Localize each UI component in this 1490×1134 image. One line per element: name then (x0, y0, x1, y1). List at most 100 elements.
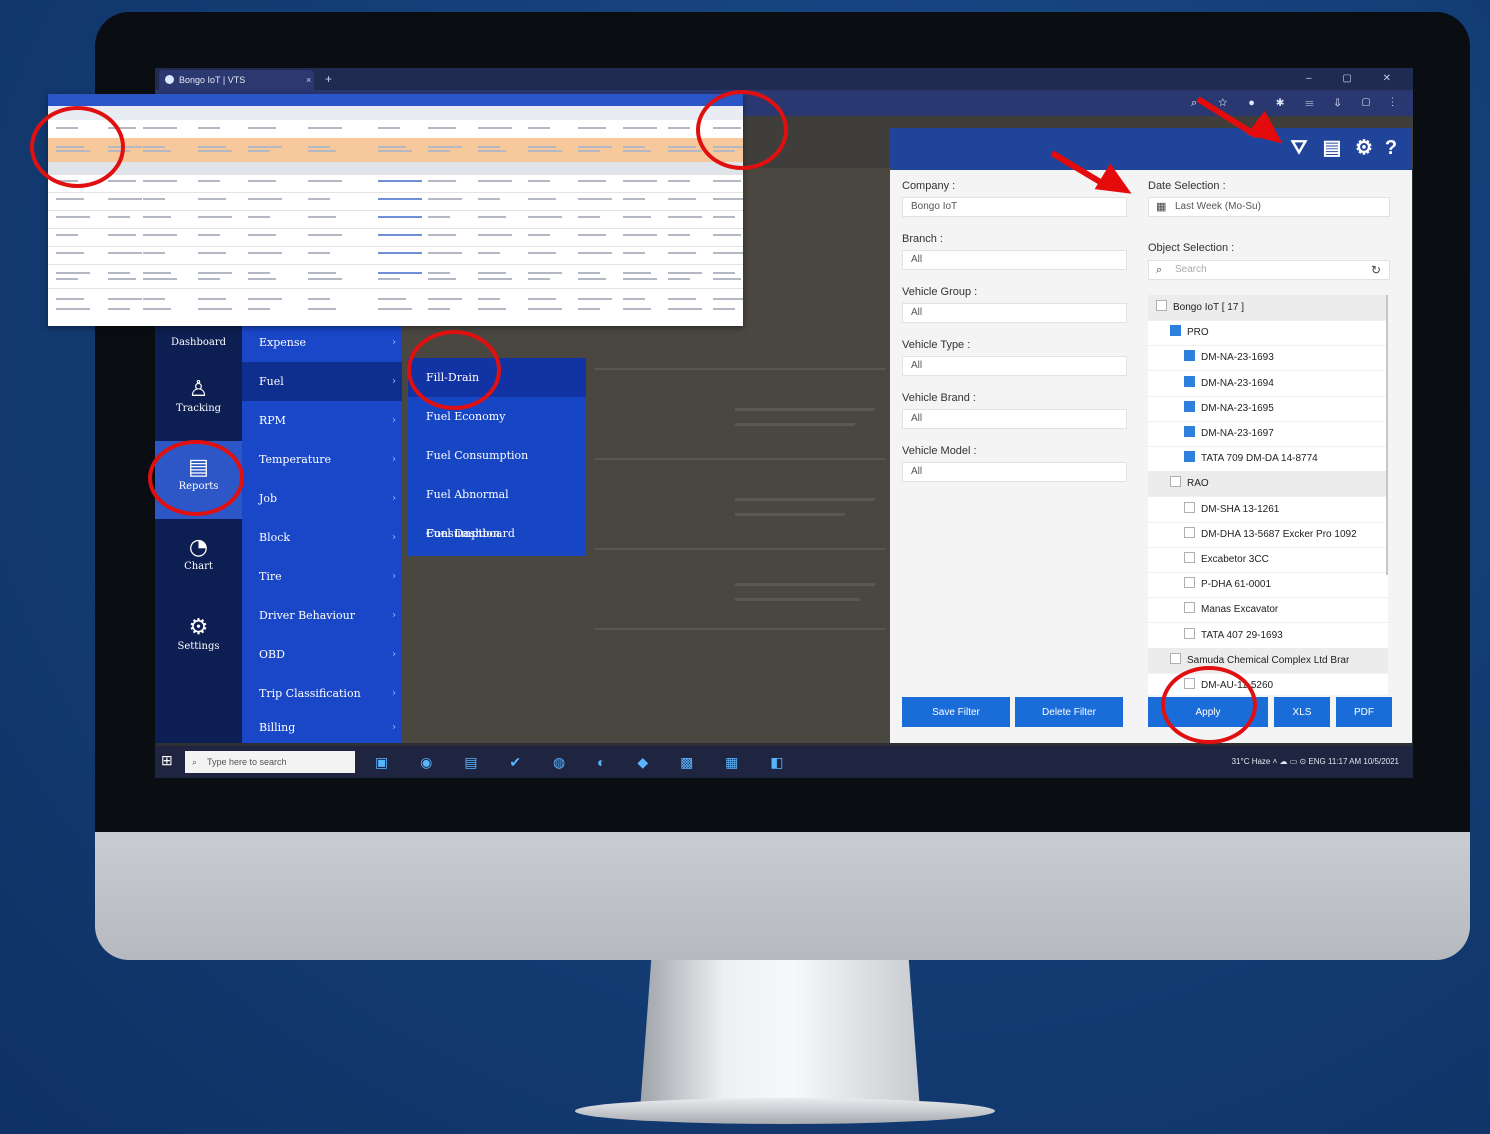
preview-cell (528, 127, 550, 129)
submenu-item-expense[interactable]: Expense › (242, 323, 402, 362)
tree-item[interactable]: RAO (1148, 471, 1388, 498)
checkbox[interactable] (1156, 300, 1167, 311)
preview-cell (308, 146, 330, 148)
checkbox[interactable] (1184, 375, 1195, 387)
refresh-icon[interactable]: ↻ (1371, 261, 1381, 279)
pdf-button[interactable]: PDF (1336, 697, 1392, 727)
taskbar-search-input[interactable]: ⌕ Type here to search (185, 751, 355, 773)
checkbox[interactable] (1184, 501, 1195, 513)
preview-cell (713, 180, 741, 182)
tree-item[interactable]: P-DHA 61-0001 (1148, 572, 1388, 599)
preview-cell (528, 278, 550, 280)
preview-cell (578, 272, 600, 274)
tab-close-icon[interactable]: × (306, 70, 311, 90)
tree-item[interactable]: Manas Excavator (1148, 597, 1388, 624)
submenu-item-rpm[interactable]: RPM › (242, 401, 402, 440)
tree-item[interactable]: Bongo IoT [ 17 ] (1148, 295, 1388, 321)
checkbox[interactable] (1184, 426, 1195, 437)
tree-item[interactable]: PRO (1148, 320, 1388, 347)
submenu-label: Driver Behaviour (259, 609, 356, 622)
tree-item[interactable]: Excabetor 3CC (1148, 547, 1388, 573)
date-selection-select[interactable]: ▦ Last Week (Mo-Su) (1148, 197, 1390, 217)
nav-item-tracking[interactable]: ♙ Tracking (155, 363, 242, 441)
export-icon[interactable]: ▤ (1318, 134, 1346, 162)
annotation-circle (30, 106, 125, 188)
checkbox[interactable] (1184, 577, 1195, 589)
fuel-item-fuel-abnormal-consumption[interactable]: Fuel Abnormal Consumption (408, 475, 586, 540)
preview-cell (623, 298, 645, 300)
checkbox[interactable] (1184, 400, 1195, 412)
vehicle-brand-select[interactable]: All (902, 409, 1127, 429)
windows-start-icon[interactable]: ⊞ (161, 753, 175, 767)
fuel-item-fuel-consumption[interactable]: Fuel Consumption (408, 436, 586, 475)
submenu-item-block[interactable]: Block › (242, 518, 402, 557)
preview-cell (578, 180, 606, 182)
submenu-item-billing[interactable]: Billing › (242, 713, 402, 743)
tree-item[interactable]: DM-NA-23-1697 (1148, 421, 1388, 447)
checkbox[interactable] (1170, 652, 1181, 664)
system-tray[interactable]: 31°C Haze ˄ ☁ ▭ ⊙ ENG 11:17 AM 10/5/2021 (1232, 746, 1399, 778)
preview-cell (308, 127, 342, 129)
checkbox[interactable] (1184, 602, 1195, 614)
checkbox[interactable] (1170, 476, 1181, 488)
tree-item[interactable]: DM-NA-23-1695 (1148, 396, 1388, 422)
submenu-item-obd[interactable]: OBD › (242, 635, 402, 674)
tree-item-label: TATA 407 29-1693 (1201, 629, 1283, 641)
settings-icon: ⚙ (188, 615, 209, 640)
new-tab-button[interactable]: + (325, 68, 332, 90)
settings-gear-icon[interactable]: ⚙ (1350, 134, 1378, 162)
preview-cell (623, 278, 657, 280)
nav-item-chart[interactable]: ◔ Chart (155, 521, 242, 599)
browser-tab[interactable]: Bongo IoT | VTS × (159, 70, 314, 90)
checkbox[interactable] (1184, 350, 1195, 362)
submenu-item-tire[interactable]: Tire › (242, 557, 402, 596)
vehicle-model-select[interactable]: All (902, 462, 1127, 482)
tree-item[interactable]: DM-DHA 13-5687 Excker Pro 1092 (1148, 522, 1388, 548)
submenu-item-trip-classification[interactable]: Trip Classification › (242, 674, 402, 713)
filter-icon[interactable]: ⛛ (1285, 134, 1313, 162)
preview-cell (668, 180, 690, 182)
preview-cell (623, 234, 657, 236)
checkbox[interactable] (1184, 627, 1195, 639)
search-icon: ⌕ (192, 757, 198, 767)
tree-item[interactable]: DM-NA-23-1694 (1148, 371, 1388, 397)
submenu-item-job[interactable]: Job › (242, 479, 402, 518)
preview-cell (143, 234, 177, 236)
submenu-item-driver-behaviour[interactable]: Driver Behaviour › (242, 596, 402, 635)
checkbox[interactable] (1184, 526, 1195, 538)
preview-cell (478, 298, 500, 300)
tree-item[interactable]: DM-NA-23-1693 (1148, 345, 1388, 372)
fuel-item-fuel-dashboard[interactable]: Fuel Dashboard (408, 514, 586, 553)
vehicle-group-select[interactable]: All (902, 303, 1127, 323)
submenu-item-fuel[interactable]: Fuel › (242, 362, 402, 401)
xls-button[interactable]: XLS (1274, 697, 1330, 727)
branch-select[interactable]: All (902, 250, 1127, 270)
tree-scrollbar[interactable] (1386, 295, 1388, 575)
checkbox[interactable] (1170, 325, 1181, 337)
company-select[interactable]: Bongo IoT (902, 197, 1127, 217)
preview-cell (713, 234, 741, 236)
nav-item-settings[interactable]: ⚙ Settings (155, 601, 242, 679)
help-icon[interactable]: ? (1377, 134, 1405, 162)
submenu-label: Fuel (259, 375, 284, 388)
object-search-input[interactable]: ⌕ Search ↻ (1148, 260, 1390, 280)
tree-item-label: DM-NA-23-1695 (1201, 402, 1274, 414)
tree-item[interactable]: TATA 407 29-1693 (1148, 623, 1388, 649)
preview-cell (528, 272, 562, 274)
browser-tab-bar: Bongo IoT | VTS × + – ▢ ✕ (155, 68, 1413, 90)
checkbox[interactable] (1184, 451, 1195, 463)
favicon-icon (165, 75, 174, 84)
checkbox[interactable] (1184, 552, 1195, 563)
tree-item[interactable]: DM-SHA 13-1261 (1148, 497, 1388, 523)
taskbar-app-icons[interactable]: ▣ ◉ ▤ ✔ ◍ ◐ ◆ ▩ ▦ ◧ (375, 746, 798, 778)
delete-filter-button[interactable]: Delete Filter (1015, 697, 1123, 727)
tree-item[interactable]: TATA 709 DM-DA 14-8774 (1148, 446, 1388, 473)
submenu-item-temperature[interactable]: Temperature › (242, 440, 402, 479)
preview-cell (428, 198, 462, 200)
window-controls[interactable]: – ▢ ✕ (1306, 68, 1405, 90)
search-placeholder: Search (1175, 264, 1207, 275)
save-filter-button[interactable]: Save Filter (902, 697, 1010, 727)
vehicle-type-select[interactable]: All (902, 356, 1127, 376)
preview-cell (378, 180, 422, 182)
tree-item[interactable]: Samuda Chemical Complex Ltd Brar (1148, 647, 1388, 674)
